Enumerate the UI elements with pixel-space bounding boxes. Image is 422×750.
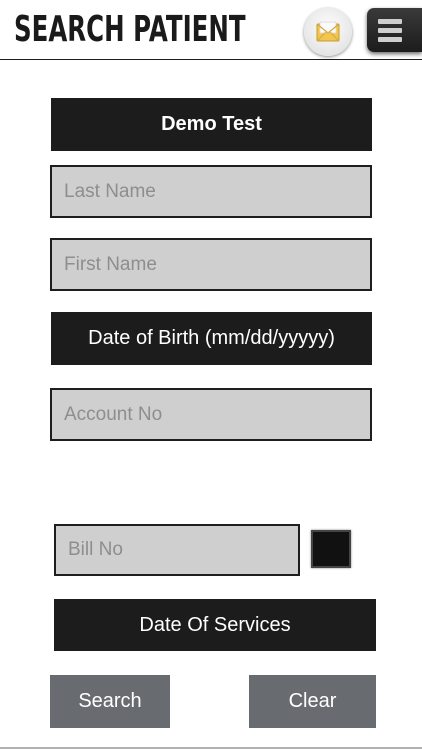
first-name-field[interactable]: First Name (50, 238, 372, 291)
date-of-birth-picker[interactable]: Date of Birth (mm/dd/yyyyy) (51, 312, 372, 365)
page-title: SEARCH PATIENT (14, 9, 246, 50)
menu-button[interactable] (367, 8, 422, 52)
mail-button[interactable] (304, 8, 352, 56)
provider-name-bar: Demo Test (51, 98, 372, 151)
bottom-divider (0, 747, 422, 749)
header-bar: SEARCH PATIENT (0, 0, 422, 60)
clear-button[interactable]: Clear (249, 675, 376, 728)
mail-icon (316, 21, 340, 42)
date-of-services-picker[interactable]: Date Of Services (54, 599, 376, 651)
bill-no-checkbox[interactable] (311, 530, 351, 568)
account-no-field[interactable]: Account No (50, 388, 372, 441)
search-button[interactable]: Search (50, 675, 170, 728)
bill-no-field[interactable]: Bill No (54, 524, 300, 576)
last-name-field[interactable]: Last Name (50, 165, 372, 218)
